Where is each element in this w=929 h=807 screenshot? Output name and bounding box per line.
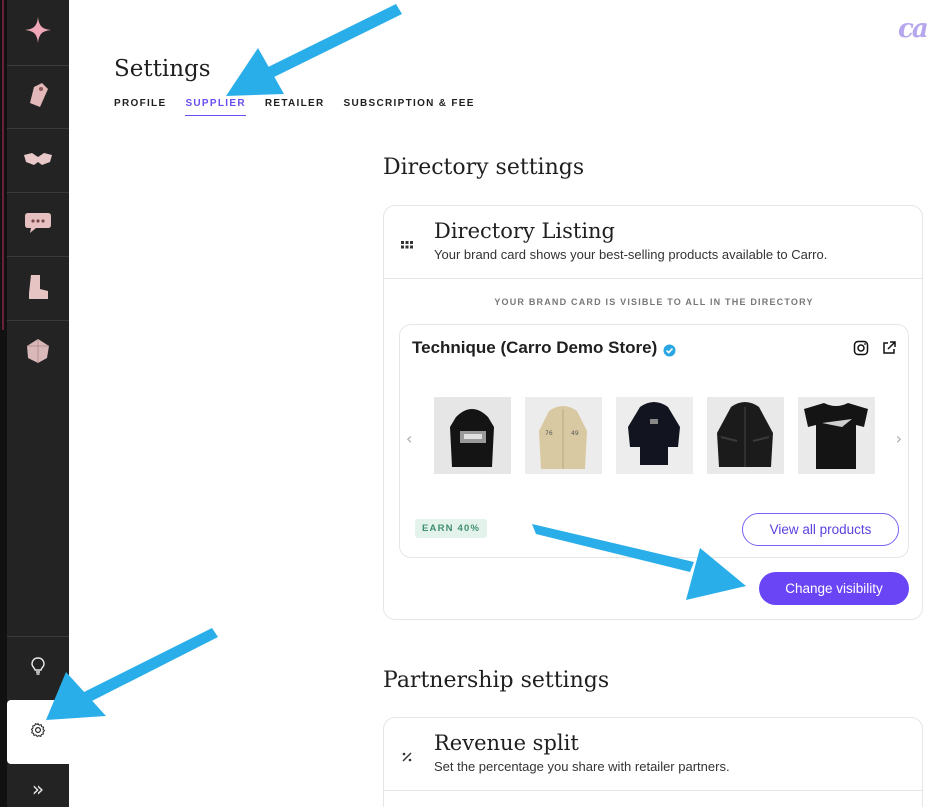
sidebar-item-partners[interactable]	[7, 130, 69, 193]
directory-card-subtitle: Your brand card shows your best-selling …	[434, 247, 828, 262]
instagram-icon[interactable]	[852, 339, 870, 357]
gear-icon	[30, 722, 46, 743]
visibility-note: YOUR BRAND CARD IS VISIBLE TO ALL IN THE…	[494, 297, 814, 307]
carousel-prev-icon[interactable]: ‹	[406, 429, 412, 448]
gem-icon	[25, 338, 51, 369]
sidebar-item-tips[interactable]	[7, 637, 69, 699]
brand-name-text: Technique (Carro Demo Store)	[412, 338, 658, 357]
page-title: Settings	[114, 56, 211, 82]
tab-retailer[interactable]: RETAILER	[265, 98, 325, 116]
revenue-split-card: Revenue split Set the percentage you sha…	[383, 717, 923, 807]
svg-text:49: 49	[571, 430, 579, 437]
arrow-to-settings-gear	[46, 628, 218, 720]
sparkle-logo-icon	[24, 16, 52, 49]
sidebar-edge	[0, 0, 7, 807]
earn-badge: EARN 40%	[415, 519, 488, 538]
product-carousel: 76 49	[434, 397, 875, 474]
directory-listing-card: Directory Listing Your brand card shows …	[383, 205, 923, 620]
view-all-products-button[interactable]: View all products	[742, 513, 899, 546]
verified-badge-icon	[663, 342, 676, 356]
product-thumbnail[interactable]	[616, 397, 693, 474]
change-visibility-button[interactable]: Change visibility	[759, 572, 909, 605]
carousel-next-icon[interactable]: ›	[896, 429, 902, 448]
price-tag-icon	[26, 81, 50, 114]
sidebar-item-analytics[interactable]	[7, 322, 69, 385]
product-thumbnail[interactable]: 76 49	[525, 397, 602, 474]
chat-bubble-icon	[24, 211, 52, 240]
handshake-icon	[23, 149, 53, 174]
boot-icon	[26, 273, 50, 306]
tab-subscription-fee[interactable]: SUBSCRIPTION & FEE	[344, 98, 475, 116]
product-thumbnail[interactable]	[798, 397, 875, 474]
product-thumbnail[interactable]	[434, 397, 511, 474]
arrow-to-supplier-tab	[226, 4, 402, 96]
directory-section-title: Directory settings	[383, 155, 585, 180]
brand-logo: ca	[898, 14, 929, 44]
revenue-card-title: Revenue split	[434, 731, 579, 755]
sidebar-item-products[interactable]	[7, 66, 69, 129]
revenue-card-subtitle: Set the percentage you share with retail…	[434, 759, 730, 774]
directory-card-title: Directory Listing	[434, 219, 616, 243]
app-root: » ca Settings PROFILE SUPPLIER RETAILER …	[0, 0, 929, 807]
sidebar-expand-button[interactable]: »	[7, 770, 69, 807]
brand-name: Technique (Carro Demo Store)	[412, 338, 676, 358]
sidebar-item-messages[interactable]	[7, 194, 69, 257]
revenue-card-header: Revenue split Set the percentage you sha…	[384, 718, 922, 791]
product-thumbnail[interactable]	[707, 397, 784, 474]
grid-dots-icon	[400, 238, 414, 252]
directory-card-header: Directory Listing Your brand card shows …	[384, 206, 922, 279]
svg-text:76: 76	[545, 430, 553, 437]
lightbulb-icon	[31, 656, 45, 680]
sidebar-item-orders[interactable]	[7, 258, 69, 321]
tab-profile[interactable]: PROFILE	[114, 98, 166, 116]
percent-icon	[400, 750, 414, 764]
brand-card-preview: Technique (Carro Demo Store) ‹ 76 49 › E…	[399, 324, 909, 558]
brand-actions	[852, 339, 898, 357]
sidebar-logo[interactable]	[7, 0, 69, 66]
partnership-section-title: Partnership settings	[383, 668, 610, 693]
tab-supplier[interactable]: SUPPLIER	[185, 98, 246, 116]
double-chevron-right-icon: »	[31, 776, 45, 801]
external-link-icon[interactable]	[880, 339, 898, 357]
settings-tabs: PROFILE SUPPLIER RETAILER SUBSCRIPTION &…	[114, 98, 494, 116]
sidebar-item-settings[interactable]	[7, 700, 69, 764]
sidebar: »	[0, 0, 69, 807]
